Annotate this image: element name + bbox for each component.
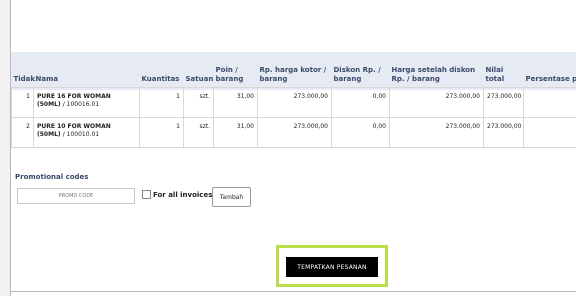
col-header-quantity: Kuantitas	[141, 75, 180, 83]
col-header-discount: Diskon Rp. / barang	[333, 66, 381, 83]
product-code: / 100016.01	[62, 101, 100, 108]
all-invoices-checkbox[interactable]: For all invoices	[142, 190, 212, 199]
all-invoices-label: For all invoices	[153, 190, 213, 199]
row-unit: szt.	[183, 87, 214, 118]
row-product-name: PURE 16 FOR WOMAN (50ML) / 100016.01	[33, 87, 140, 118]
row-gross-price: 273.000,00	[257, 117, 332, 148]
row-quantity[interactable]: 1	[139, 117, 184, 148]
col-header-gross-price: Rp. harga kotor / barang	[259, 66, 327, 83]
table-row: 1 PURE 16 FOR WOMAN (50ML) / 100016.01 1…	[11, 87, 576, 118]
table-header-row: Tidak. Nama Kuantitas Satuan Poin / bara…	[12, 54, 576, 88]
order-items-table: Tidak. Nama Kuantitas Satuan Poin / bara…	[11, 54, 576, 148]
row-index: 2	[11, 117, 34, 148]
row-tax-pct: 11	[523, 87, 576, 118]
col-header-total: Nilai total	[485, 66, 505, 83]
col-header-price-after-discount: Harga setelah diskon Rp. / barang	[391, 66, 476, 83]
row-total: 273.000,00	[483, 87, 524, 118]
row-quantity[interactable]: 1	[139, 87, 184, 118]
col-header-points: Poin / barang	[215, 66, 244, 83]
col-header-unit: Satuan	[185, 75, 214, 83]
row-total: 273.000,00	[483, 117, 524, 148]
place-order-button[interactable]: TEMPATKAN PESANAN	[286, 257, 378, 277]
col-header-tax-pct: Persentase pajak	[525, 75, 576, 83]
row-index: 1	[11, 87, 34, 118]
row-price-after-discount: 273.000,00	[389, 87, 484, 118]
col-header-name: Nama	[35, 75, 59, 83]
row-product-name: PURE 10 FOR WOMAN (50ML) / 100010.01	[33, 117, 140, 148]
place-order-highlight: TEMPATKAN PESANAN	[276, 245, 388, 287]
row-price-after-discount: 273.000,00	[389, 117, 484, 148]
table-row: 2 PURE 10 FOR WOMAN (50ML) / 100010.01 1…	[11, 117, 576, 148]
row-discount: 0,00	[331, 87, 390, 118]
row-gross-price: 273.000,00	[257, 87, 332, 118]
checkbox-box[interactable]	[142, 190, 151, 199]
add-promo-button[interactable]: Tambah	[212, 187, 251, 207]
row-points: 31,00	[213, 117, 258, 148]
row-points: 31,00	[213, 87, 258, 118]
row-discount: 0,00	[331, 117, 390, 148]
col-header-index: Tidak.	[13, 75, 38, 83]
promo-codes-label: Promotional codes	[15, 173, 89, 181]
row-unit: szt.	[183, 117, 214, 148]
promo-code-input[interactable]	[17, 188, 135, 204]
order-panel: Tidak. Nama Kuantitas Satuan Poin / bara…	[10, 0, 576, 296]
row-tax-pct: 11	[523, 117, 576, 148]
product-code: / 100010.01	[62, 131, 100, 138]
